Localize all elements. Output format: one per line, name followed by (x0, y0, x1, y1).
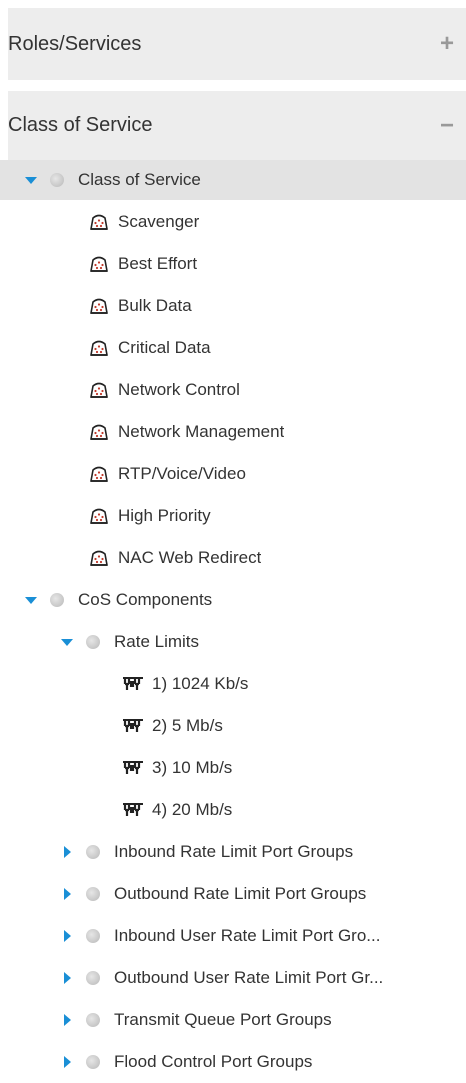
tree-item-cos[interactable]: NAC Web Redirect (0, 537, 466, 579)
collapsed-arrow-icon[interactable] (60, 1055, 74, 1069)
class-of-service-icon (88, 253, 110, 275)
tree-item-label: RTP/Voice/Video (118, 464, 246, 483)
tree-item-label: Best Effort (118, 254, 198, 273)
expanded-arrow-icon[interactable] (24, 593, 38, 607)
tree-item-rate-limit[interactable]: 4) 20 Mb/s (0, 789, 466, 831)
class-of-service-icon (88, 337, 110, 359)
tree-item-label: 4) 20 Mb/s (152, 800, 233, 819)
class-of-service-icon (88, 463, 110, 485)
roles-services-panel-header[interactable]: Roles/Services + (8, 8, 466, 80)
tree-item-cos[interactable]: Critical Data (0, 327, 466, 369)
tree-node-rate-limits[interactable]: Rate Limits (0, 621, 466, 663)
expanded-arrow-icon[interactable] (60, 635, 74, 649)
status-dot-icon (86, 1013, 100, 1027)
class-of-service-panel-header[interactable]: Class of Service − (8, 91, 466, 160)
tree-item-label: Bulk Data (118, 296, 192, 315)
class-of-service-icon (88, 379, 110, 401)
class-of-service-title: Class of Service (8, 114, 153, 136)
rate-limit-icon (122, 799, 144, 821)
tree-item-label: Transmit Queue Port Groups (114, 1010, 332, 1029)
tree-item-cos[interactable]: Best Effort (0, 243, 466, 285)
tree-node-port-group[interactable]: Inbound Rate Limit Port Groups (0, 831, 466, 873)
rate-limit-icon (122, 673, 144, 695)
tree-item-label: CoS Components (78, 590, 213, 609)
status-dot-icon (50, 173, 64, 187)
class-of-service-icon (88, 421, 110, 443)
tree-item-label: Scavenger (118, 212, 200, 231)
collapsed-arrow-icon[interactable] (60, 929, 74, 943)
status-dot-icon (50, 593, 64, 607)
rate-limit-icon (122, 715, 144, 737)
tree-node-port-group[interactable]: Outbound Rate Limit Port Groups (0, 873, 466, 915)
rate-limit-icon (122, 757, 144, 779)
class-of-service-icon (88, 295, 110, 317)
tree-node-port-group[interactable]: Outbound User Rate Limit Port Gr... (0, 957, 466, 999)
tree-item-label: Network Management (118, 422, 285, 441)
tree-item-cos[interactable]: Scavenger (0, 201, 466, 243)
tree-item-rate-limit[interactable]: 1) 1024 Kb/s (0, 663, 466, 705)
tree-item-label: Inbound Rate Limit Port Groups (114, 842, 354, 861)
tree-item-label: Flood Control Port Groups (114, 1052, 313, 1071)
tree-item-label: Inbound User Rate Limit Port Gro... (114, 926, 381, 945)
tree-item-label: Network Control (118, 380, 240, 399)
tree-item-cos[interactable]: RTP/Voice/Video (0, 453, 466, 495)
collapsed-arrow-icon[interactable] (60, 1013, 74, 1027)
tree-item-label: NAC Web Redirect (118, 548, 262, 567)
status-dot-icon (86, 845, 100, 859)
tree-item-label: Critical Data (118, 338, 211, 357)
tree-item-cos[interactable]: High Priority (0, 495, 466, 537)
tree-item-cos[interactable]: Network Management (0, 411, 466, 453)
tree-item-label: 2) 5 Mb/s (152, 716, 223, 735)
expand-plus-icon[interactable]: + (440, 32, 454, 56)
roles-services-title: Roles/Services (8, 32, 142, 55)
status-dot-icon (86, 929, 100, 943)
tree-item-rate-limit[interactable]: 3) 10 Mb/s (0, 747, 466, 789)
tree-node-port-group[interactable]: Flood Control Port Groups (0, 1041, 466, 1083)
tree-item-cos[interactable]: Network Control (0, 369, 466, 411)
tree-item-label: 3) 10 Mb/s (152, 758, 233, 777)
collapse-minus-icon[interactable]: − (440, 113, 454, 138)
tree-item-label: Rate Limits (114, 632, 200, 651)
status-dot-icon (86, 971, 100, 985)
tree-node-port-group[interactable]: Inbound User Rate Limit Port Gro... (0, 915, 466, 957)
tree-node-port-group[interactable]: Transmit Queue Port Groups (0, 999, 466, 1041)
status-dot-icon (86, 1055, 100, 1069)
collapsed-arrow-icon[interactable] (60, 971, 74, 985)
tree-item-label: Class of Service (78, 170, 201, 189)
tree-item-label: Outbound User Rate Limit Port Gr... (114, 968, 384, 987)
class-of-service-icon (88, 211, 110, 233)
status-dot-icon (86, 887, 100, 901)
class-of-service-icon (88, 547, 110, 569)
tree-item-label: Outbound Rate Limit Port Groups (114, 884, 367, 903)
tree-item-label: High Priority (118, 506, 211, 525)
tree-item-cos[interactable]: Bulk Data (0, 285, 466, 327)
tree-item-label: 1) 1024 Kb/s (152, 674, 249, 693)
expanded-arrow-icon[interactable] (24, 173, 38, 187)
collapsed-arrow-icon[interactable] (60, 845, 74, 859)
tree-node-cos-components[interactable]: CoS Components (0, 579, 466, 621)
status-dot-icon (86, 635, 100, 649)
tree-node-class-of-service[interactable]: Class of Service (0, 160, 466, 200)
collapsed-arrow-icon[interactable] (60, 887, 74, 901)
tree-item-rate-limit[interactable]: 2) 5 Mb/s (0, 705, 466, 747)
class-of-service-icon (88, 505, 110, 527)
